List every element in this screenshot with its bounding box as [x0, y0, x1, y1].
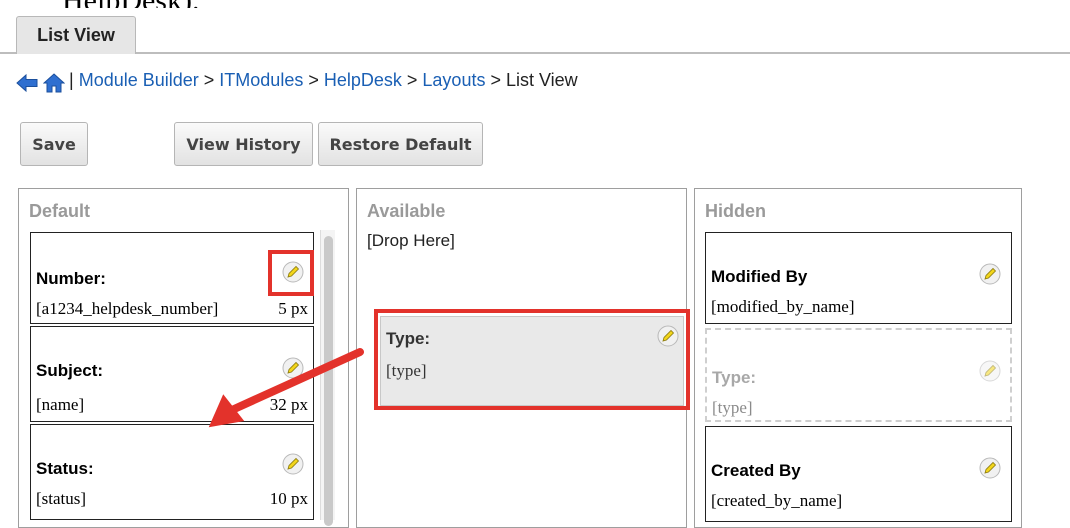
breadcrumb-helpdesk[interactable]: HelpDesk	[324, 70, 402, 90]
save-button[interactable]: Save	[20, 122, 88, 166]
home-icon[interactable]	[42, 72, 66, 93]
top-cropped-text: HelpDesk).	[62, 0, 199, 8]
breadcrumb-chevron: >	[303, 70, 324, 90]
breadcrumb-chevron: >	[401, 70, 423, 90]
breadcrumb-separator: |	[69, 70, 79, 90]
back-arrow-icon[interactable]	[16, 73, 38, 93]
pencil-icon[interactable]	[282, 261, 304, 283]
pencil-icon[interactable]	[282, 357, 304, 379]
dragged-card-type[interactable]: Type: [type]	[380, 316, 684, 406]
card-label: Created By	[711, 461, 801, 480]
card-field: [type]	[386, 361, 427, 380]
default-column-scrollbar[interactable]	[320, 230, 335, 526]
available-column-heading: Available	[367, 201, 446, 221]
drop-here-target[interactable]: [Drop Here]	[367, 231, 455, 251]
card-width: 5 px	[278, 299, 308, 318]
card-label: Status:	[36, 459, 94, 478]
breadcrumb: | Module Builder > ITModules > HelpDesk …	[16, 66, 578, 94]
pencil-icon[interactable]	[979, 457, 1001, 479]
breadcrumb-layouts[interactable]: Layouts	[422, 70, 485, 90]
default-card-subject[interactable]: Subject: [name] 32 px	[30, 326, 314, 422]
pencil-icon[interactable]	[979, 263, 1001, 285]
card-field: [created_by_name]	[711, 491, 843, 510]
hidden-column-heading: Hidden	[705, 201, 766, 221]
breadcrumb-itmodules[interactable]: ITModules	[219, 70, 303, 90]
card-label: Type:	[386, 329, 431, 348]
card-field: [name]	[36, 395, 85, 414]
breadcrumb-module-builder[interactable]: Module Builder	[79, 70, 199, 90]
card-field: [type]	[712, 398, 753, 417]
pencil-icon[interactable]	[282, 453, 304, 475]
card-width: 10 px	[269, 489, 308, 508]
breadcrumb-icons	[16, 67, 66, 95]
hidden-card-modified-by[interactable]: Modified By [modified_by_name]	[705, 232, 1012, 324]
card-label: Number:	[36, 269, 106, 288]
card-field: [status]	[36, 489, 87, 508]
restore-default-button[interactable]: Restore Default	[318, 122, 483, 166]
scrollbar-thumb[interactable]	[324, 236, 333, 526]
default-column-heading: Default	[29, 201, 91, 221]
breadcrumb-current: List View	[505, 70, 578, 90]
card-label: Type:	[712, 368, 757, 387]
breadcrumb-chevron: >	[198, 70, 220, 90]
view-history-button[interactable]: View History	[174, 122, 313, 166]
card-field: [a1234_helpdesk_number]	[36, 299, 219, 318]
default-card-status[interactable]: Status: [status] 10 px	[30, 424, 314, 520]
tab-underline	[0, 52, 1070, 54]
default-card-number[interactable]: Number: [a1234_helpdesk_number] 5 px	[30, 232, 314, 324]
pencil-icon[interactable]	[979, 360, 1001, 382]
breadcrumb-chevron: >	[485, 70, 506, 90]
card-label: Subject:	[36, 361, 104, 380]
card-width: 32 px	[269, 395, 308, 414]
tab-list-view[interactable]: List View	[16, 16, 136, 54]
card-label: Modified By	[711, 267, 808, 286]
pencil-icon[interactable]	[657, 325, 679, 347]
card-field: [modified_by_name]	[711, 297, 855, 316]
hidden-card-type-placeholder[interactable]: Type: [type]	[705, 328, 1012, 422]
hidden-card-created-by[interactable]: Created By [created_by_name]	[705, 426, 1012, 522]
